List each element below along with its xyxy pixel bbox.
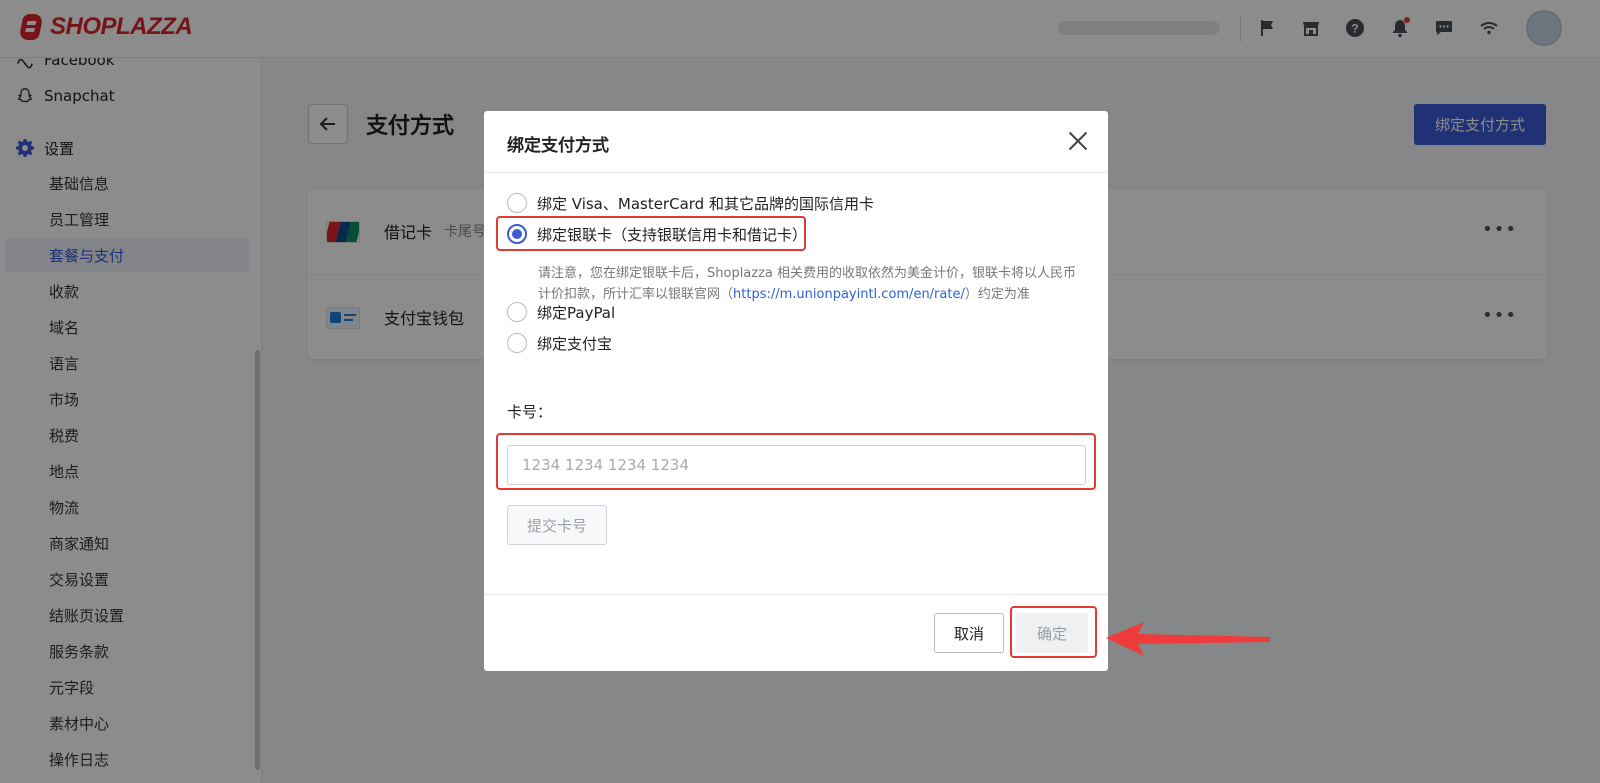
highlight-box [496, 216, 806, 251]
option-label: 绑定 Visa、MasterCard 和其它品牌的国际信用卡 [537, 194, 874, 213]
highlight-box [1010, 606, 1097, 658]
modal-header: 绑定支付方式 [484, 111, 1108, 173]
cancel-button[interactable]: 取消 [934, 613, 1004, 653]
close-icon[interactable] [1066, 129, 1090, 153]
radio-button[interactable] [507, 333, 527, 353]
highlight-box [496, 433, 1096, 490]
option-alipay[interactable]: 绑定支付宝 [507, 331, 612, 355]
bind-payment-modal: 绑定支付方式 绑定 Visa、MasterCard 和其它品牌的国际信用卡 绑定… [484, 111, 1108, 671]
note-text-suffix: ）约定为准 [964, 287, 1030, 302]
submit-card-button[interactable]: 提交卡号 [507, 505, 607, 545]
option-international-card[interactable]: 绑定 Visa、MasterCard 和其它品牌的国际信用卡 [507, 191, 874, 215]
modal-footer: 取消 确定 [484, 594, 1108, 671]
option-paypal[interactable]: 绑定PayPal [507, 300, 615, 324]
annotation-arrow-icon [1106, 622, 1270, 656]
unionpay-note: 请注意，您在绑定银联卡后，Shoplazza 相关费用的收取依然为美金计价，银联… [538, 263, 1086, 305]
radio-button[interactable] [507, 193, 527, 213]
option-label: 绑定支付宝 [537, 334, 613, 353]
radio-button[interactable] [507, 302, 527, 322]
option-label: 绑定PayPal [537, 303, 616, 322]
modal-title: 绑定支付方式 [507, 136, 609, 156]
card-number-label: 卡号： [507, 403, 553, 421]
unionpay-rate-link[interactable]: https://m.unionpayintl.com/en/rate/ [733, 287, 965, 302]
